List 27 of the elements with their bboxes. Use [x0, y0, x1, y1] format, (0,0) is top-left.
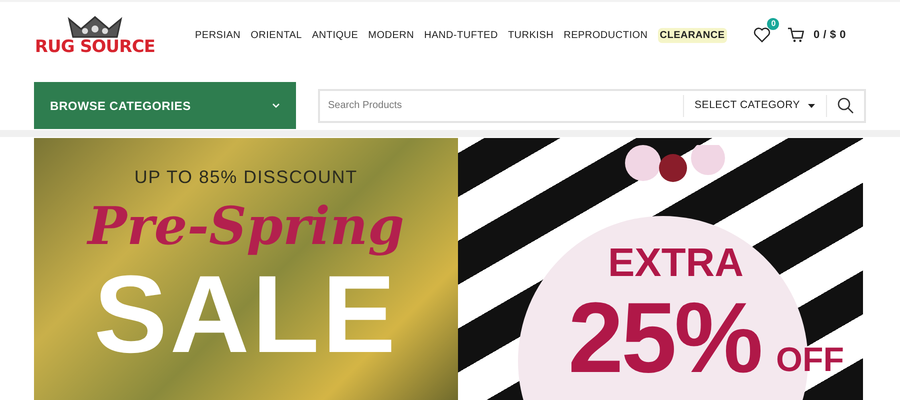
- chevron-down-icon: [272, 102, 280, 108]
- heart-icon[interactable]: [753, 27, 772, 43]
- nav-link[interactable]: HAND-TUFTED: [424, 28, 498, 42]
- nav-link[interactable]: MODERN: [368, 28, 414, 42]
- wishlist-count-badge: 0: [767, 18, 780, 30]
- nav-link[interactable]: PERSIAN: [195, 28, 241, 42]
- banner-caption: UP TO 85% DISSCOUNT: [134, 168, 358, 186]
- cart-summary[interactable]: 0 / $ 0: [813, 26, 846, 44]
- nav-link[interactable]: REPRODUCTION: [564, 28, 648, 42]
- nav-link[interactable]: CLEARANCE: [658, 28, 727, 42]
- nav-link[interactable]: ORIENTAL: [250, 28, 302, 42]
- banner-discount-amount: 25%: [568, 288, 761, 388]
- caret-icon: [808, 104, 815, 108]
- category-dropdown[interactable]: SELECT CATEGORY: [684, 98, 826, 114]
- search-bar[interactable]: Search Products SELECT CATEGORY: [318, 88, 866, 122]
- banner-extra-label: EXTRA: [608, 243, 744, 283]
- search-field[interactable]: Search Products: [320, 90, 683, 120]
- banner-off-label: OFF: [776, 343, 844, 377]
- browse-categories-button[interactable]: BROWSE CATEGORIES: [34, 82, 296, 129]
- search-icon: [837, 97, 854, 114]
- banner-headline: SALE: [94, 260, 398, 370]
- crown-logo-icon: [65, 14, 125, 38]
- logo-text[interactable]: RUG SOURCE: [34, 38, 156, 56]
- cart-icon[interactable]: [787, 27, 806, 43]
- banner-script-title: Pre-Spring: [88, 196, 404, 258]
- nav-link[interactable]: ANTIQUE: [312, 28, 358, 42]
- nav-link[interactable]: TURKISH: [508, 28, 554, 42]
